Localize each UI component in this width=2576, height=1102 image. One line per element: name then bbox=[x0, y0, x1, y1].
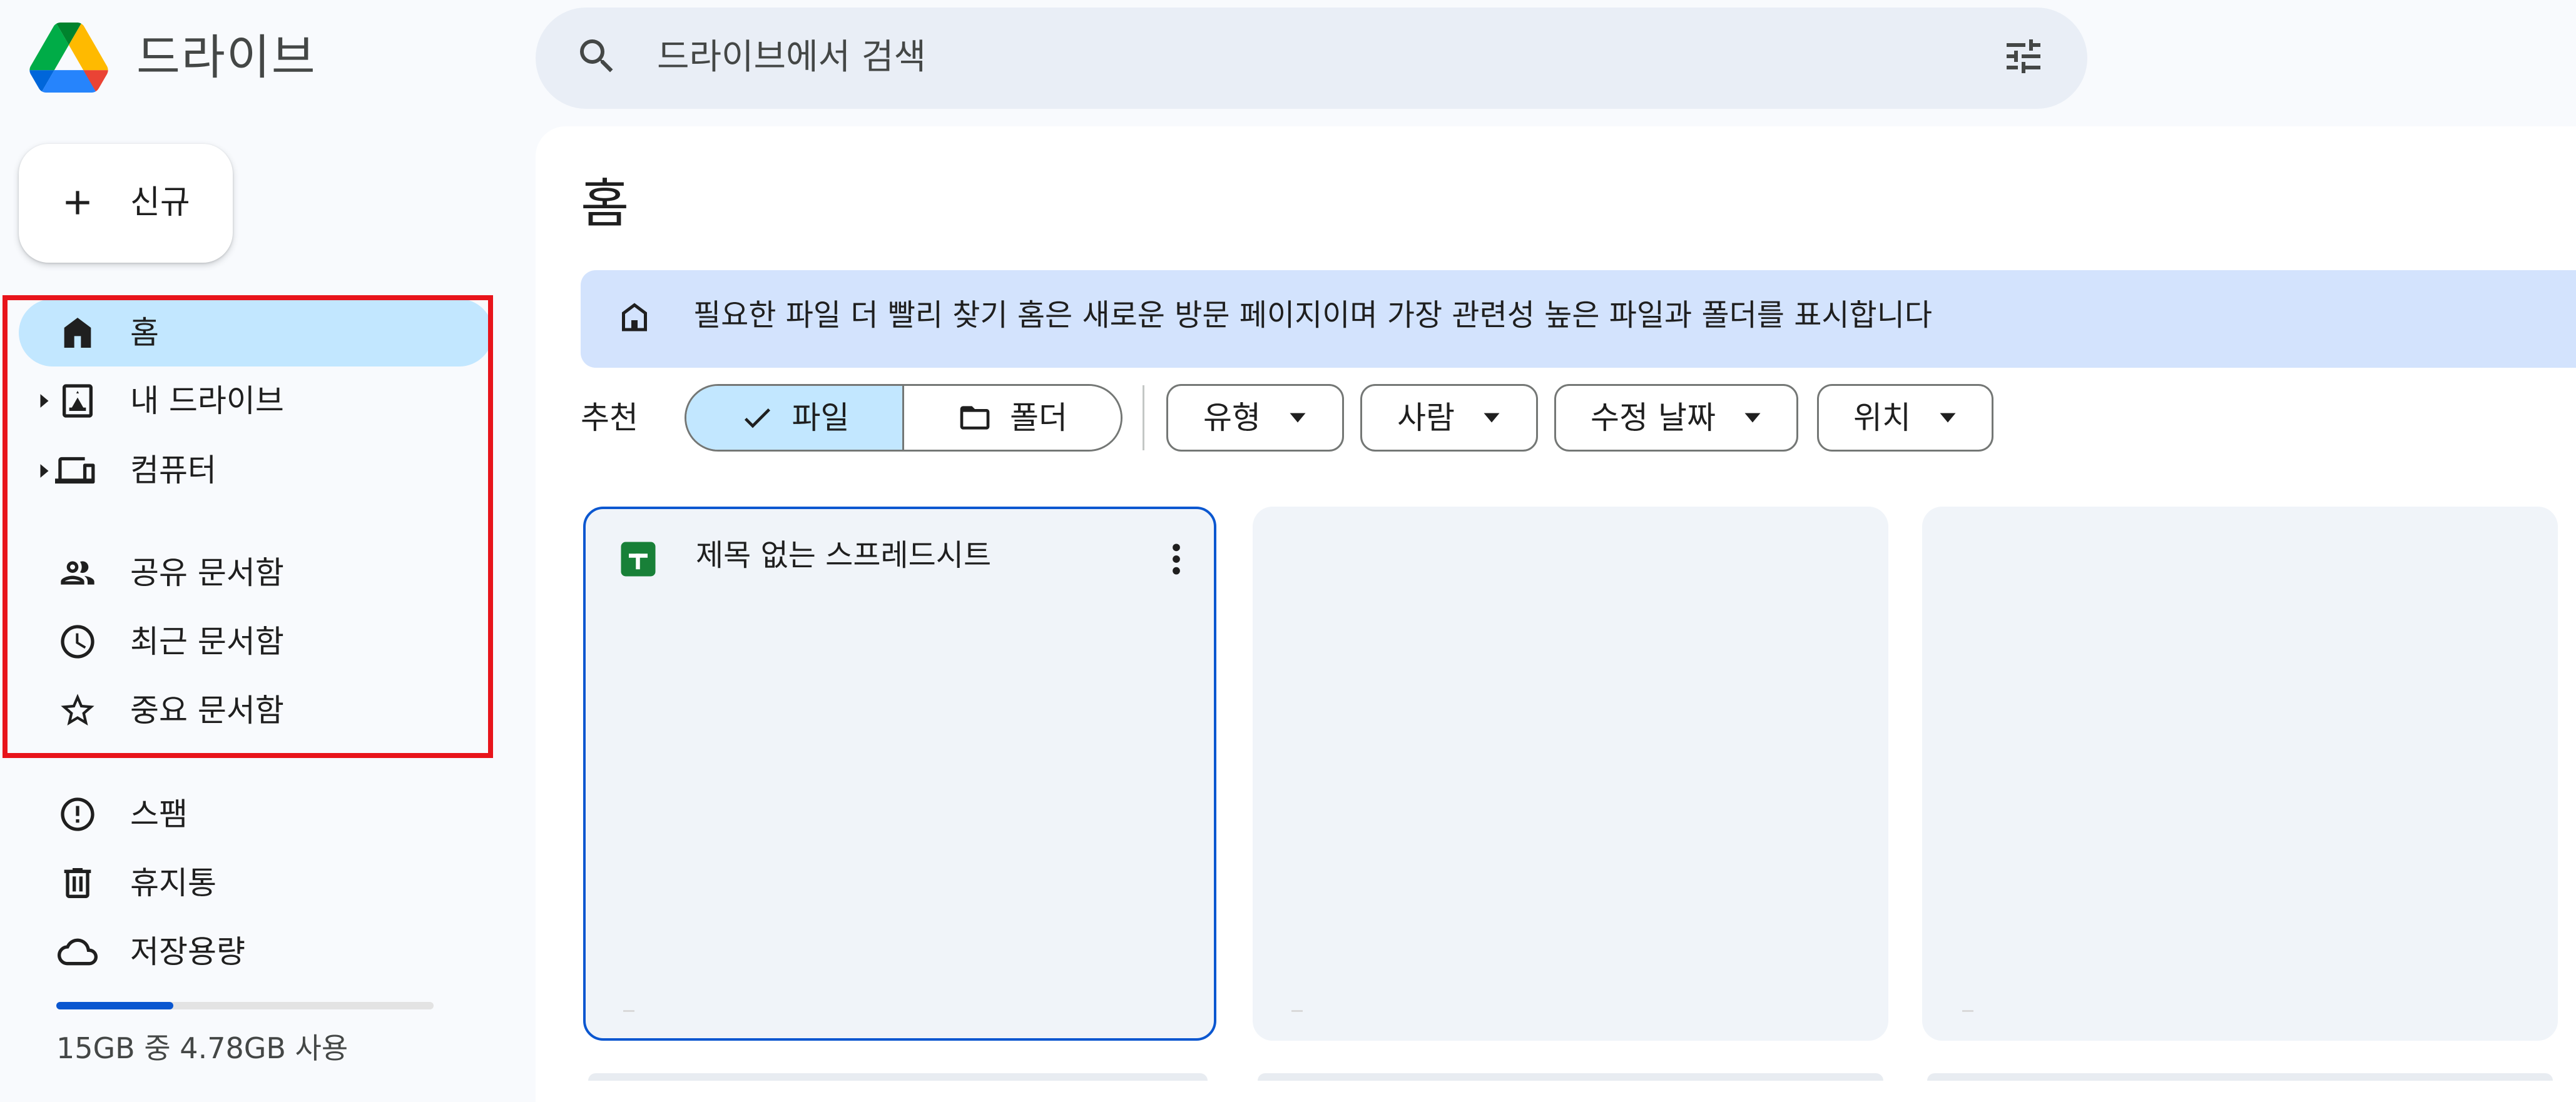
tune-icon[interactable] bbox=[2001, 34, 2046, 79]
toggle-files[interactable]: 파일 bbox=[686, 386, 904, 450]
card-thumbnail-mark bbox=[623, 1010, 634, 1012]
filter-chip-label: 사람 bbox=[1397, 400, 1455, 436]
plus-icon bbox=[66, 191, 89, 215]
app-logo[interactable]: 드라이브 bbox=[28, 18, 403, 98]
home-outline-icon bbox=[622, 303, 647, 331]
folder-icon bbox=[960, 406, 990, 430]
file-card-title: 제목 없는 스프레드시트 bbox=[696, 538, 992, 573]
cloud-icon bbox=[58, 938, 98, 966]
dropdown-arrow-icon bbox=[1744, 413, 1761, 423]
highlight-box bbox=[3, 295, 493, 758]
google-sheets-icon bbox=[621, 542, 656, 577]
dropdown-arrow-icon bbox=[1290, 413, 1306, 423]
suggested-label: 추천 bbox=[581, 400, 638, 436]
filter-location-chip[interactable]: 위치 bbox=[1817, 384, 1993, 452]
toggle-folders[interactable]: 폴더 bbox=[904, 386, 1121, 450]
google-drive-logo-icon bbox=[29, 23, 108, 93]
new-button[interactable] bbox=[19, 144, 233, 263]
sidebar-item-label: 휴지통 bbox=[130, 865, 216, 901]
file-card-placeholder bbox=[1258, 1073, 1883, 1081]
file-card-placeholder bbox=[588, 1073, 1208, 1081]
more-vert-icon[interactable] bbox=[1165, 539, 1188, 579]
filter-people-chip[interactable]: 사람 bbox=[1360, 384, 1538, 452]
sidebar-item-label: 저장용량 bbox=[130, 934, 245, 970]
search-input[interactable]: 드라이브에서 검색 bbox=[657, 35, 926, 80]
app-title: 드라이브 bbox=[136, 29, 317, 85]
file-card-placeholder bbox=[1253, 507, 1888, 1041]
sidebar-item-label: 스팸 bbox=[130, 796, 188, 832]
dropdown-arrow-icon bbox=[1484, 413, 1500, 423]
page-title: 홈 bbox=[581, 173, 629, 235]
file-card[interactable] bbox=[583, 507, 1216, 1041]
banner-text: 필요한 파일 더 빨리 찾기 홈은 새로운 방문 페이지이며 가장 관련성 높은… bbox=[693, 298, 1933, 333]
search-icon[interactable] bbox=[574, 34, 619, 79]
storage-bar-fill bbox=[56, 1002, 173, 1009]
spam-icon bbox=[61, 797, 94, 831]
file-card-placeholder bbox=[1922, 507, 2558, 1041]
files-folders-toggle: 파일 폴더 bbox=[685, 384, 1123, 452]
trash-icon bbox=[64, 868, 91, 898]
card-thumbnail-mark bbox=[1291, 1010, 1303, 1012]
toggle-folders-label: 폴더 bbox=[1010, 400, 1067, 436]
filter-chip-label: 유형 bbox=[1203, 400, 1261, 436]
file-card-placeholder bbox=[1927, 1073, 2553, 1081]
filter-type-chip[interactable]: 유형 bbox=[1166, 384, 1344, 452]
card-thumbnail-mark bbox=[1962, 1010, 1973, 1012]
storage-usage-text: 15GB 중 4.78GB 사용 bbox=[56, 1031, 349, 1065]
filter-chip-label: 수정 날짜 bbox=[1591, 400, 1716, 436]
filter-modified-chip[interactable]: 수정 날짜 bbox=[1554, 384, 1798, 452]
new-button-label: 신규 bbox=[130, 184, 190, 221]
toggle-files-label: 파일 bbox=[792, 400, 850, 436]
filter-chip-label: 위치 bbox=[1853, 400, 1911, 436]
check-icon bbox=[744, 408, 770, 428]
divider bbox=[1143, 385, 1144, 450]
dropdown-arrow-icon bbox=[1940, 413, 1956, 423]
